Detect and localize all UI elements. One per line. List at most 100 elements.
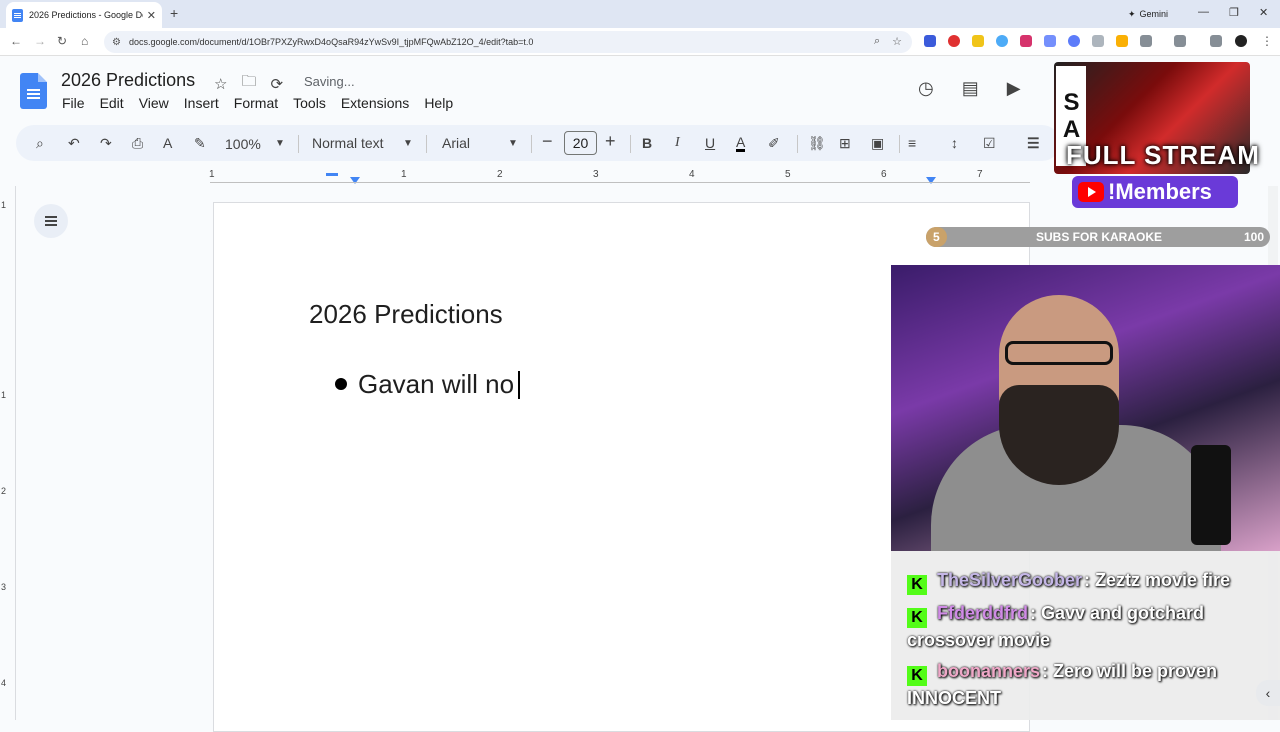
menu-tools[interactable]: Tools	[293, 95, 326, 111]
document-heading[interactable]: 2026 Predictions	[309, 299, 503, 330]
profile-avatar[interactable]	[1235, 35, 1247, 47]
redo-icon[interactable]: ↷	[100, 135, 112, 152]
subs-goal-label: SUBS FOR KARAOKE	[1036, 230, 1163, 244]
forward-icon[interactable]: →	[34, 34, 46, 48]
tab-title: 2026 Predictions - Google Docs	[29, 10, 143, 20]
star-icon[interactable]: ☆	[214, 75, 227, 93]
minimize-icon[interactable]: —	[1198, 6, 1209, 18]
chrome-menu-icon[interactable]: ⋮	[1261, 34, 1273, 48]
menu-extensions[interactable]: Extensions	[341, 95, 409, 111]
extension-icon[interactable]	[972, 35, 984, 47]
undo-icon[interactable]: ↶	[68, 135, 80, 152]
highlight-icon[interactable]: ✐	[768, 135, 780, 152]
close-tab-icon[interactable]: ✕	[147, 9, 156, 22]
comments-icon[interactable]: ▤	[962, 78, 979, 99]
address-bar[interactable]: ⚙ docs.google.com/document/d/1OBr7PXZyRw…	[104, 31, 912, 53]
text-color-icon[interactable]: A	[736, 135, 746, 152]
extension-icon[interactable]	[1020, 35, 1032, 47]
checklist-icon[interactable]: ☑	[983, 135, 996, 152]
version-history-icon[interactable]: ◷	[918, 78, 934, 99]
bold-icon[interactable]: B	[642, 135, 652, 151]
gemini-icon: ✦	[1128, 8, 1136, 19]
italic-icon[interactable]: I	[675, 135, 680, 151]
document-title[interactable]: 2026 Predictions	[61, 70, 195, 91]
microphone	[1191, 445, 1231, 545]
ruler-number: 1	[401, 169, 407, 180]
ruler-number: 1	[209, 169, 215, 180]
menu-edit[interactable]: Edit	[100, 95, 124, 111]
toolbar-divider	[531, 135, 532, 153]
bullet-item-text[interactable]: Gavan will no	[358, 369, 514, 400]
menu-file[interactable]: File	[62, 95, 85, 111]
decrease-font-size-icon[interactable]: −	[542, 131, 553, 152]
underline-icon[interactable]: U	[705, 135, 715, 151]
sync-icon: ⟳	[270, 75, 284, 93]
bookmark-star-icon[interactable]: ☆	[892, 35, 902, 48]
extension-icon[interactable]	[948, 35, 960, 47]
menu-insert[interactable]: Insert	[184, 95, 219, 111]
zoom-dropdown-icon[interactable]: ▼	[275, 138, 285, 149]
kick-badge-icon: K	[907, 666, 927, 686]
font-select[interactable]: Arial	[442, 135, 470, 151]
ruler-number: 5	[785, 169, 791, 180]
home-icon[interactable]: ⌂	[81, 34, 88, 48]
paint-format-icon[interactable]: ✎	[194, 135, 206, 152]
menu-help[interactable]: Help	[424, 95, 453, 111]
bulleted-list-icon[interactable]: ☰	[1027, 135, 1040, 152]
site-info-icon[interactable]: ⚙	[112, 37, 121, 48]
side-panel-icon[interactable]	[1174, 35, 1186, 47]
text-cursor	[518, 371, 520, 399]
vertical-ruler[interactable]: 1 1 2 3 4	[0, 186, 16, 720]
docs-logo-icon[interactable]	[20, 73, 47, 109]
search-menus-icon[interactable]: ⌕	[36, 135, 44, 152]
font-size-input[interactable]: 20	[564, 131, 597, 155]
new-tab-button[interactable]: +	[170, 5, 178, 21]
extensions-puzzle-icon[interactable]	[1140, 35, 1152, 47]
chevron-left-icon[interactable]: ‹	[1256, 680, 1280, 706]
extension-icon[interactable]	[1092, 35, 1104, 47]
document-outline-button[interactable]	[34, 204, 68, 238]
reading-list-icon[interactable]	[1210, 35, 1222, 47]
meet-icon[interactable]: ▶	[1007, 78, 1021, 99]
style-dropdown-icon[interactable]: ▼	[403, 138, 413, 149]
chat-username: Ffderddfrd	[937, 603, 1028, 623]
menu-view[interactable]: View	[139, 95, 169, 111]
zoom-icon[interactable]: ⌕	[874, 35, 880, 48]
insert-image-icon[interactable]: ▣	[871, 135, 884, 152]
streamer-glasses	[1005, 341, 1113, 365]
chat-username: boonanners	[937, 661, 1041, 681]
line-spacing-icon[interactable]: ↕	[951, 135, 958, 151]
add-comment-icon[interactable]: ⊞	[839, 135, 851, 152]
save-status: Saving...	[304, 74, 355, 89]
browser-tab[interactable]: 2026 Predictions - Google Docs ✕	[6, 2, 162, 28]
ruler-number: 4	[1, 678, 7, 688]
font-dropdown-icon[interactable]: ▼	[508, 138, 518, 149]
horizontal-ruler[interactable]: 1 1 2 3 4 5 6 7	[200, 168, 1030, 186]
close-window-icon[interactable]: ✕	[1259, 6, 1268, 19]
bullet-point	[335, 378, 347, 390]
align-icon[interactable]: ≡	[908, 135, 916, 151]
zoom-select[interactable]: 100%	[225, 136, 261, 152]
first-line-indent-marker[interactable]	[326, 173, 338, 176]
ruler-number: 3	[593, 169, 599, 180]
increase-font-size-icon[interactable]: +	[605, 131, 616, 152]
back-icon[interactable]: ←	[10, 34, 22, 48]
print-icon[interactable]: ⎙	[132, 135, 143, 152]
extension-icon[interactable]	[1068, 35, 1080, 47]
paragraph-style-select[interactable]: Normal text	[312, 135, 384, 151]
insert-link-icon[interactable]: ⛓	[808, 135, 826, 152]
chat-overlay: K TheSilverGoober: Zeztz movie fire K Ffde…	[891, 551, 1280, 720]
menu-format[interactable]: Format	[234, 95, 278, 111]
members-label: !Members	[1108, 179, 1212, 204]
extension-icon[interactable]	[1044, 35, 1056, 47]
spellcheck-icon[interactable]: A	[163, 135, 172, 151]
gemini-button[interactable]: ✦ Gemini	[1120, 4, 1176, 24]
move-folder-icon[interactable]: 🗀	[241, 71, 256, 96]
restore-icon[interactable]: ❐	[1229, 6, 1239, 19]
extension-icon[interactable]	[996, 35, 1008, 47]
docs-favicon-icon	[12, 8, 23, 22]
reload-icon[interactable]: ↻	[57, 34, 67, 48]
extension-icon[interactable]	[1116, 35, 1128, 47]
gemini-label: Gemini	[1139, 9, 1169, 19]
extension-icon[interactable]	[924, 35, 936, 47]
